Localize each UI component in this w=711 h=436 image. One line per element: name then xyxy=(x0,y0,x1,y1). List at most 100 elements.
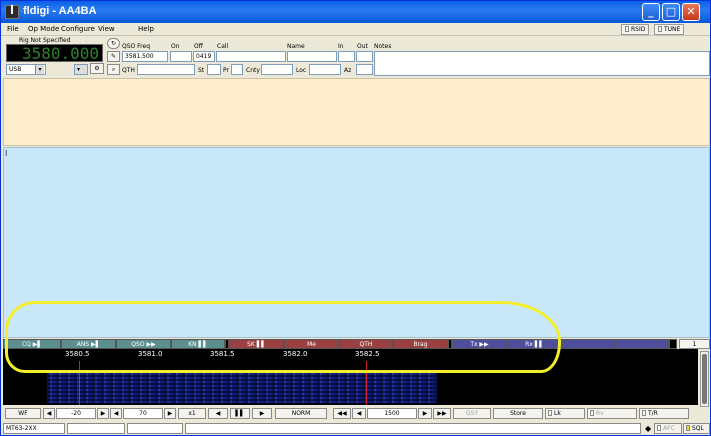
range-field[interactable]: 70 xyxy=(123,408,163,419)
tune-toggle[interactable]: TUNE xyxy=(654,24,685,35)
sql-led-icon xyxy=(686,425,690,431)
lookup-button[interactable]: ⌕ xyxy=(107,64,120,75)
speed-mode-button[interactable]: NORM xyxy=(275,408,327,419)
mode-status[interactable]: MT63-2XX xyxy=(3,423,65,434)
state-label: St xyxy=(198,67,205,74)
on-label: On xyxy=(171,43,180,50)
menu-file[interactable]: File xyxy=(7,25,19,33)
macro-qth-button[interactable]: QTH xyxy=(339,339,393,349)
reverse-toggle[interactable]: Rv xyxy=(587,408,637,419)
macro-cq-button[interactable]: CQ ▶▌ xyxy=(3,339,61,349)
county-label: Cnty xyxy=(246,67,260,74)
scale-tick: 3581.5 xyxy=(210,350,235,358)
on-time-field[interactable] xyxy=(170,51,192,62)
audio-freq-field[interactable]: 1500 xyxy=(367,408,417,419)
double-arrow-right-icon: ▶▶ xyxy=(437,410,447,417)
macro-sk-button[interactable]: SK ▌▌ xyxy=(229,339,284,349)
macro-rx-button[interactable]: Rx ▌▌ xyxy=(507,339,562,349)
notes-field[interactable] xyxy=(374,51,710,76)
call-label: Call xyxy=(217,43,229,50)
macro-empty-button[interactable] xyxy=(615,339,669,349)
freq-down-button[interactable]: ◀ xyxy=(352,408,366,419)
level-down-button[interactable]: ◀ xyxy=(43,408,55,419)
azimuth-label: Az xyxy=(344,67,352,74)
macro-tx-button[interactable]: Tx ▶▶ xyxy=(452,339,507,349)
level-field[interactable]: -20 xyxy=(56,408,96,419)
wf-mode-button[interactable]: WF xyxy=(5,408,41,419)
bandwidth-dropdown[interactable]: ▾ xyxy=(74,64,88,75)
macro-qso-button[interactable]: QSO ▶▶ xyxy=(116,339,171,349)
county-field[interactable] xyxy=(261,64,293,75)
tr-toggle[interactable]: T/R xyxy=(639,408,689,419)
receive-text-pane[interactable] xyxy=(3,78,710,146)
azimuth-field[interactable] xyxy=(356,64,373,75)
menu-op-mode[interactable]: Op Mode xyxy=(28,25,59,33)
arrow-right-icon: ▶ xyxy=(167,410,173,417)
macro-brag-button[interactable]: Brag xyxy=(393,339,448,349)
macro-ans-button[interactable]: ANS ▶▌ xyxy=(61,339,116,349)
qth-field[interactable] xyxy=(137,64,195,75)
range-down-button[interactable]: ◀ xyxy=(110,408,122,419)
level-up-button[interactable]: ▶ xyxy=(97,408,109,419)
macro-page-button[interactable]: 1 xyxy=(679,339,710,349)
macro-empty-button[interactable] xyxy=(562,339,615,349)
scale-tick: 3581.0 xyxy=(138,350,163,358)
rst-in-field[interactable] xyxy=(338,51,355,62)
arrow-left-icon: ◀ xyxy=(356,410,362,417)
freq-fast-up-button[interactable]: ▶▶ xyxy=(433,408,451,419)
mode-select[interactable]: USB ▾ xyxy=(6,64,46,75)
call-field[interactable] xyxy=(216,51,286,62)
macro-kn-button[interactable]: KN ▌▌ xyxy=(171,339,225,349)
rsid-toggle[interactable]: RSID xyxy=(621,24,650,35)
store-button[interactable]: Store xyxy=(493,408,543,419)
name-label: Name xyxy=(287,43,305,50)
rig-settings-button[interactable]: ⚙ xyxy=(90,63,104,74)
qsy-button[interactable]: QSY xyxy=(453,408,491,419)
locator-label: Loc xyxy=(296,67,307,74)
close-button[interactable]: ✕ xyxy=(682,3,700,21)
frequency-scale[interactable]: 3580.5 3581.0 3581.5 3582.0 3582.5 xyxy=(3,349,698,361)
arrow-left-icon: ◀ xyxy=(113,410,119,417)
save-log-button[interactable]: ✎ xyxy=(107,51,120,62)
arrow-left-icon: ◀ xyxy=(215,410,221,417)
locator-field[interactable] xyxy=(309,64,341,75)
faster-button[interactable]: ▶ xyxy=(252,408,272,419)
waterfall-scrollbar[interactable] xyxy=(700,351,709,407)
zoom-button[interactable]: x1 xyxy=(178,408,206,419)
transmit-text-pane[interactable] xyxy=(3,147,710,338)
state-field[interactable] xyxy=(207,64,221,75)
macro-separator xyxy=(669,339,677,349)
lock-toggle[interactable]: Lk xyxy=(545,408,585,419)
range-up-button[interactable]: ▶ xyxy=(164,408,176,419)
minimize-button[interactable]: _ xyxy=(642,3,660,21)
freq-up-button[interactable]: ▶ xyxy=(418,408,432,419)
name-field[interactable] xyxy=(287,51,337,62)
macro-me-button[interactable]: Me xyxy=(284,339,339,349)
in-label: In xyxy=(338,43,344,50)
menu-help[interactable]: Help xyxy=(138,25,154,33)
arrow-right-icon: ▶ xyxy=(259,410,265,417)
slower-button[interactable]: ◀ xyxy=(208,408,228,419)
maximize-button[interactable]: □ xyxy=(662,3,680,21)
clear-log-button[interactable]: ↻ xyxy=(107,38,120,49)
waterfall-display[interactable] xyxy=(3,361,698,405)
rst-out-field[interactable] xyxy=(356,51,373,62)
double-arrow-left-icon: ◀◀ xyxy=(337,410,347,417)
status-bar: MT63-2XX ◆ AFC SQL xyxy=(3,422,710,435)
lock-led-icon xyxy=(548,410,552,416)
off-time-field[interactable]: 0419 xyxy=(193,51,215,62)
waterfall-marker xyxy=(366,361,367,405)
afc-toggle[interactable]: AFC xyxy=(654,423,682,434)
sql-toggle[interactable]: SQL xyxy=(683,423,710,434)
menu-view[interactable]: View xyxy=(98,25,115,33)
afc-led-icon xyxy=(657,425,661,431)
scrollbar-thumb[interactable] xyxy=(702,354,707,404)
menu-configure[interactable]: Configure xyxy=(61,25,95,33)
title-bar[interactable]: ꟾ fldigi - AA4BA _ □ ✕ xyxy=(1,1,710,23)
gear-icon: ⚙ xyxy=(94,65,100,72)
pause-button[interactable]: ▌▌ xyxy=(230,408,250,419)
freq-fast-down-button[interactable]: ◀◀ xyxy=(333,408,351,419)
qso-freq-field[interactable]: 3581.500 xyxy=(122,51,168,62)
province-field[interactable] xyxy=(231,64,243,75)
frequency-display[interactable]: 3580.000 xyxy=(6,44,103,62)
